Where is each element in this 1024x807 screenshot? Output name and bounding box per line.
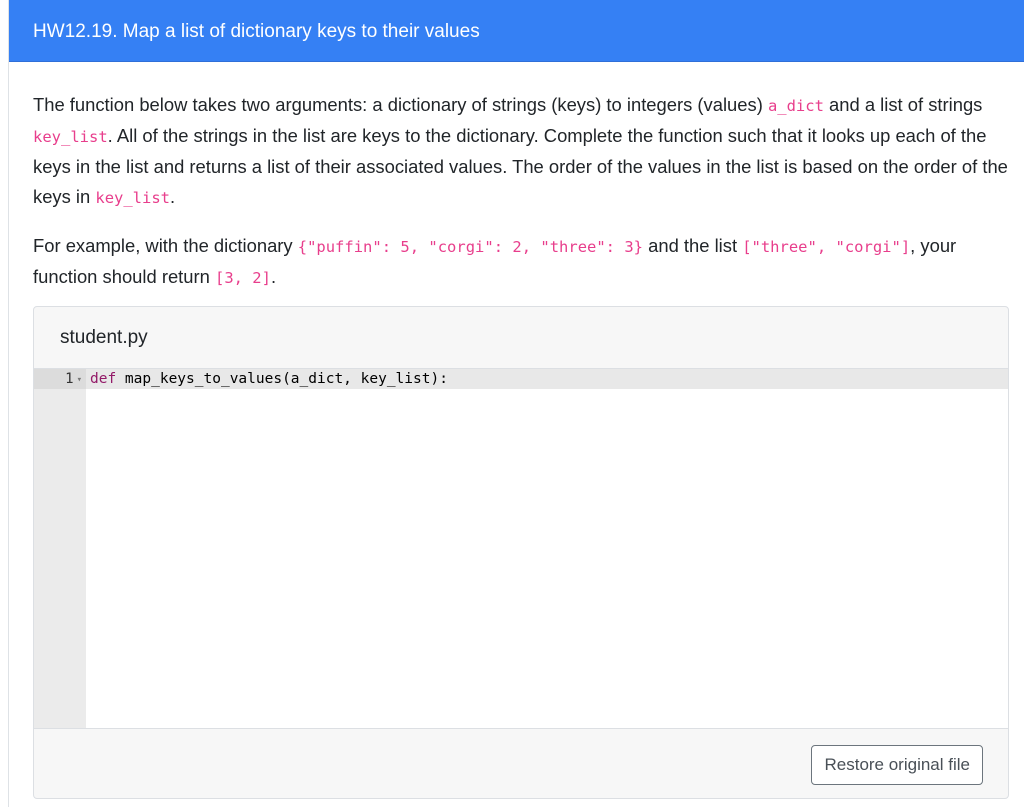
inline-code-example-list: ["three", "corgi"] <box>742 238 911 256</box>
editor-filename: student.py <box>60 327 148 348</box>
line-number-gutter: 1 ▾ <box>34 369 86 728</box>
prose-text: The function below takes two arguments: … <box>33 94 768 115</box>
inline-code-key-list: key_list <box>95 189 171 207</box>
prose-text: . All of the strings in the list are key… <box>33 125 1008 207</box>
question-body: The function below takes two arguments: … <box>9 62 1024 293</box>
code-keyword: def <box>90 371 117 387</box>
question-header: HW12.19. Map a list of dictionary keys t… <box>9 0 1024 62</box>
inline-code-example-result: [3, 2] <box>214 269 271 287</box>
gutter-line: 1 ▾ <box>34 369 86 389</box>
code-line[interactable]: def map_keys_to_values(a_dict, key_list)… <box>86 369 1008 389</box>
prose-text: and a list of strings <box>823 94 983 115</box>
question-panel: HW12.19. Map a list of dictionary keys t… <box>8 0 1024 807</box>
prose-text: . <box>170 186 176 207</box>
prose-paragraph-1: The function below takes two arguments: … <box>33 90 1008 213</box>
inline-code-a-dict: a_dict <box>767 97 824 115</box>
prose-text: For example, with the dictionary <box>33 235 298 256</box>
prose-paragraph-2: For example, with the dictionary {"puffi… <box>33 231 1008 293</box>
restore-original-file-button[interactable]: Restore original file <box>811 745 983 785</box>
code-text-area[interactable]: def map_keys_to_values(a_dict, key_list)… <box>86 369 1008 728</box>
editor-footer: Restore original file <box>34 730 1008 798</box>
fold-toggle-icon[interactable]: ▾ <box>77 375 82 385</box>
inline-code-key-list: key_list <box>33 128 108 146</box>
code-editor-card: student.py 1 ▾ def map_keys_to_values(a_d… <box>33 306 1009 799</box>
inline-code-example-dict: {"puffin": 5, "corgi": 2, "three": 3} <box>297 238 644 256</box>
code-editor[interactable]: 1 ▾ def map_keys_to_values(a_dict, key_li… <box>34 368 1008 729</box>
prose-text: and the list <box>643 235 743 256</box>
line-number: 1 <box>65 371 74 387</box>
code-text: map_keys_to_values(a_dict, key_list): <box>116 371 448 387</box>
question-title: HW12.19. Map a list of dictionary keys t… <box>33 21 480 42</box>
prose-text: . <box>270 266 277 287</box>
question-prose: The function below takes two arguments: … <box>33 90 1008 293</box>
